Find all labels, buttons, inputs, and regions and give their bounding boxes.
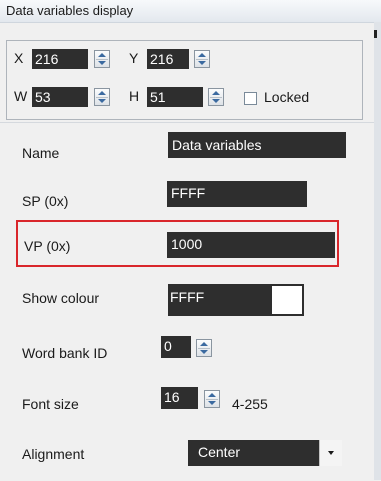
chevron-down-icon (328, 451, 334, 455)
spin-up-icon (208, 393, 216, 397)
w-field[interactable]: 53 (32, 87, 88, 107)
panel-right-edge (374, 22, 381, 480)
font-size-range: 4-255 (232, 396, 268, 412)
x-field[interactable]: 216 (32, 49, 88, 69)
w-label: W (14, 88, 28, 104)
spin-down-icon (98, 99, 106, 103)
sp-label: SP (0x) (22, 193, 69, 209)
spin-down-icon (98, 61, 106, 65)
locked-checkbox[interactable] (244, 92, 257, 105)
word-bank-label: Word bank ID (22, 345, 108, 361)
x-spinner[interactable] (94, 50, 110, 68)
sp-field[interactable]: FFFF (167, 181, 307, 207)
alignment-value: Center (198, 444, 241, 460)
name-label: Name (22, 145, 60, 161)
spin-down-icon (200, 350, 208, 354)
h-field[interactable]: 51 (147, 87, 203, 107)
y-field[interactable]: 216 (147, 49, 189, 69)
alignment-select[interactable]: Center (188, 440, 342, 466)
h-spinner[interactable] (208, 88, 224, 106)
vp-label: VP (0x) (24, 238, 71, 254)
y-spinner[interactable] (194, 50, 210, 68)
panel-titlebar: Data variables display (0, 0, 381, 23)
w-spinner[interactable] (94, 88, 110, 106)
x-label: X (14, 50, 24, 66)
alignment-label: Alignment (22, 446, 85, 462)
font-size-label: Font size (22, 396, 79, 412)
font-size-spinner[interactable] (204, 390, 220, 408)
locked-label: Locked (264, 89, 310, 105)
show-colour-value: FFFF (170, 289, 205, 305)
panel-title: Data variables display (6, 3, 134, 18)
dropdown-arrow[interactable] (319, 440, 342, 466)
name-field[interactable]: Data variables (168, 132, 346, 158)
dock-handle[interactable] (374, 30, 377, 38)
spin-up-icon (200, 342, 208, 346)
colour-swatch[interactable] (272, 286, 302, 314)
word-bank-field[interactable]: 0 (161, 336, 191, 358)
spin-down-icon (198, 61, 206, 65)
spin-up-icon (98, 91, 106, 95)
spin-up-icon (212, 91, 220, 95)
spin-up-icon (98, 53, 106, 57)
word-bank-spinner[interactable] (196, 339, 212, 357)
spin-up-icon (198, 53, 206, 57)
spin-down-icon (208, 401, 216, 405)
spin-down-icon (212, 99, 220, 103)
vp-field[interactable]: 1000 (167, 232, 335, 258)
show-colour-label: Show colour (22, 290, 100, 306)
font-size-field[interactable]: 16 (161, 387, 198, 409)
h-label: H (129, 88, 140, 104)
y-label: Y (129, 50, 139, 66)
